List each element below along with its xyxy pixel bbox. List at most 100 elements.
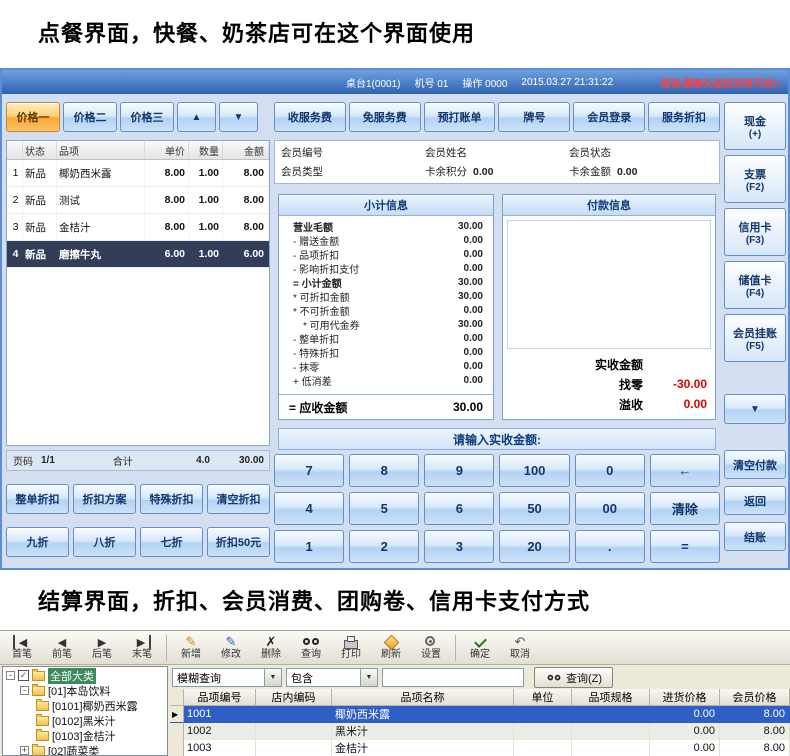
toolbar-edit-button[interactable]: 修改	[211, 635, 251, 660]
numpad-key[interactable]: 20	[499, 530, 570, 563]
service-button[interactable]: 免服务费	[348, 102, 421, 132]
tree-node-category[interactable]: [01]本岛饮料	[3, 683, 167, 698]
toolbar-settings-button[interactable]: 设置	[411, 635, 451, 660]
service-button[interactable]: 预打账单	[423, 102, 496, 132]
toolbar-last-button[interactable]: 末笔	[122, 635, 162, 660]
order-scroll-up-button[interactable]: ▲	[177, 102, 216, 132]
operator-label: 操作 0000	[462, 78, 508, 90]
toolbar-refresh-button[interactable]: 刷新	[371, 635, 411, 660]
payment-list-area	[507, 220, 711, 349]
action-button[interactable]: 结账	[724, 522, 786, 551]
tree-checkbox-checked[interactable]	[18, 670, 29, 681]
order-row[interactable]: 2 新品 测试 8.00 1.00 8.00	[7, 187, 269, 214]
order-col-qty: 数量	[189, 141, 223, 159]
filter-row: 模糊查询 包含 查询(Z)	[170, 666, 790, 689]
folder-icon	[32, 743, 45, 755]
toolbar-delete-button[interactable]: 删除	[251, 635, 291, 660]
prev-record-icon	[53, 635, 71, 649]
numpad-key[interactable]: =	[649, 530, 720, 563]
tender-button[interactable]: 储值卡 (F4)	[724, 261, 786, 309]
toolbar-prev-button[interactable]: 前笔	[42, 635, 82, 660]
tender-button[interactable]: 支票 (F2)	[724, 155, 786, 203]
numpad-key[interactable]: 清除	[649, 492, 720, 525]
filter-mode-select[interactable]: 模糊查询	[172, 668, 282, 687]
service-button[interactable]: 会员登录	[573, 102, 646, 132]
service-button[interactable]: 收服务费	[274, 102, 346, 132]
discount-button[interactable]: 整单折扣	[6, 484, 69, 514]
item-table-row[interactable]: 1002 黑米汁 0.00 8.00	[170, 723, 790, 740]
tree-expand-icon[interactable]	[20, 746, 29, 755]
numpad-key[interactable]: 2	[349, 530, 420, 563]
payment-title: 付款信息	[503, 195, 715, 216]
toolbar-next-button[interactable]: 后笔	[82, 635, 122, 660]
discount-button[interactable]: 清空折扣	[207, 484, 270, 514]
discount-button[interactable]: 折扣50元	[207, 527, 270, 557]
member-name-label: 会员姓名	[425, 147, 467, 159]
numpad-key[interactable]: 100	[499, 454, 570, 487]
tender-scroll-down-button[interactable]: ▼	[724, 394, 786, 424]
item-table-row[interactable]: 1001 椰奶西米露 0.00 8.00	[170, 706, 790, 723]
discount-button[interactable]: 特殊折扣	[140, 484, 203, 514]
service-button[interactable]: 服务折扣	[648, 102, 720, 132]
numpad-key[interactable]: 0	[574, 454, 645, 487]
manager-toolbar: 首笔 前笔 后笔 末笔 新增 修改 删除 查询 打印 刷新 设置 确定 取消	[0, 631, 790, 665]
service-button[interactable]: 牌号	[498, 102, 571, 132]
numpad-key[interactable]: 6	[424, 492, 495, 525]
numpad-key[interactable]: 9	[424, 454, 495, 487]
numpad-key[interactable]: 5	[349, 492, 420, 525]
machine-number-label: 机号 01	[414, 78, 449, 90]
toolbar-cancel-button[interactable]: 取消	[500, 635, 540, 660]
numpad-key[interactable]: 4	[274, 492, 345, 525]
numpad-key[interactable]: 3	[424, 530, 495, 563]
toolbar-find-button[interactable]: 查询	[291, 635, 331, 660]
action-button[interactable]: 返回	[724, 486, 786, 515]
numpad-key[interactable]: 1	[274, 530, 345, 563]
category-tree: 全部大类 [01]本岛饮料 [0101]椰奶西米露 [0102]黑米汁	[2, 666, 168, 756]
toolbar-print-button[interactable]: 打印	[331, 635, 371, 660]
tree-node-item[interactable]: [0101]椰奶西米露	[3, 698, 167, 713]
add-icon	[182, 635, 200, 649]
tree-node-item[interactable]: [0102]黑米汁	[3, 713, 167, 728]
edit-icon	[222, 635, 240, 649]
order-row[interactable]: 1 新品 椰奶西米露 8.00 1.00 8.00	[7, 160, 269, 187]
member-row: 会员编号 会员姓名 会员状态	[281, 145, 713, 160]
order-row[interactable]: 4 新品 磨擦牛丸 6.00 1.00 6.00	[7, 241, 269, 268]
tree-node-all-categories[interactable]: 全部大类	[3, 667, 167, 684]
numpad-key[interactable]: .	[574, 530, 645, 563]
toolbar-add-button[interactable]: 新增	[171, 635, 211, 660]
tree-node-item[interactable]: [0103]金桔汁	[3, 728, 167, 743]
toolbar-first-button[interactable]: 首笔	[2, 635, 42, 660]
toolbar-ok-button[interactable]: 确定	[460, 635, 500, 660]
numpad-key[interactable]: 8	[349, 454, 420, 487]
action-button[interactable]: 清空付款	[724, 450, 786, 479]
order-row[interactable]: 3 新品 金桔汁 8.00 1.00 8.00	[7, 214, 269, 241]
search-button[interactable]: 查询(Z)	[534, 667, 614, 688]
item-table-row[interactable]: 1003 金桔汁 0.00 8.00	[170, 740, 790, 756]
discount-button[interactable]: 九折	[6, 527, 69, 557]
pos-window: 桌台1(0001) 机号 01 操作 0000 2015.03.27 21:31…	[0, 68, 790, 570]
tree-expand-icon[interactable]	[20, 686, 29, 695]
tender-button[interactable]: 现金 (+)	[724, 102, 786, 150]
discount-button[interactable]: 七折	[140, 527, 203, 557]
order-scroll-down-button[interactable]: ▼	[219, 102, 258, 132]
item-table-body: 1001 椰奶西米露 0.00 8.00 1002	[170, 706, 790, 756]
tree-node-category[interactable]: [02]蔬菜类	[3, 743, 167, 755]
numpad-key[interactable]: 50	[499, 492, 570, 525]
numpad-key[interactable]: ←	[649, 454, 720, 487]
card-points-value: 0.00	[473, 165, 494, 178]
tender-button[interactable]: 会员挂账 (F5)	[724, 314, 786, 362]
order-panel: 价格一 价格二 价格三 ▲ ▼ 状态 品项 单价 数量 金额 1 新品 椰奶西米…	[6, 94, 270, 564]
numpad-key[interactable]: 00	[574, 492, 645, 525]
filter-operator-select[interactable]: 包含	[286, 668, 378, 687]
numpad-key[interactable]: 7	[274, 454, 345, 487]
order-col-index	[7, 141, 23, 159]
filter-keyword-input[interactable]	[382, 668, 524, 687]
tree-expand-icon[interactable]	[6, 671, 15, 680]
tender-button[interactable]: 信用卡 (F3)	[724, 208, 786, 256]
price-tab[interactable]: 价格二	[63, 102, 117, 132]
folder-icon	[32, 668, 45, 681]
price-tab[interactable]: 价格一	[6, 102, 60, 132]
discount-button[interactable]: 八折	[73, 527, 136, 557]
discount-button[interactable]: 折扣方案	[73, 484, 136, 514]
price-tab[interactable]: 价格三	[120, 102, 174, 132]
